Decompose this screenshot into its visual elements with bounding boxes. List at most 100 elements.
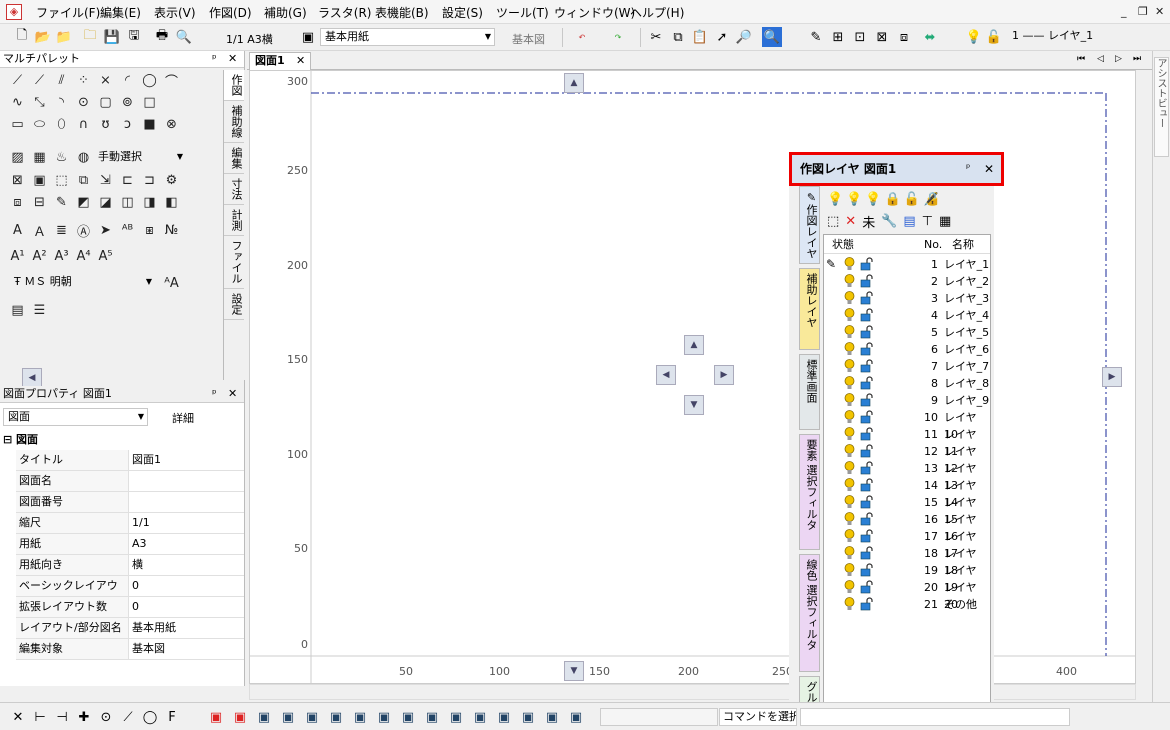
- menu-edit[interactable]: 編集(E): [100, 4, 141, 21]
- pan-down-button[interactable]: ▼: [684, 395, 704, 415]
- paste-icon[interactable]: 📋: [690, 27, 710, 47]
- lock-open-icon[interactable]: 🔓: [904, 192, 920, 207]
- mode-g-icon[interactable]: ▣: [350, 707, 370, 727]
- close-icon[interactable]: ✕: [228, 386, 237, 402]
- layer-row[interactable]: 21 その他: [824, 596, 990, 613]
- layer-e-icon[interactable]: ◧: [162, 193, 181, 212]
- format-icon[interactable]: ☰: [30, 301, 49, 320]
- window-select-icon[interactable]: ⊞: [828, 27, 848, 47]
- property-row[interactable]: ベーシックレイアウト数0: [16, 576, 244, 612]
- pan-right-button[interactable]: ▶: [714, 365, 734, 385]
- cross-line-icon[interactable]: ⨯: [96, 71, 115, 90]
- property-value[interactable]: 横: [132, 555, 143, 575]
- layer-row[interactable]: 10 レイヤ10: [824, 409, 990, 441]
- font-a4-icon[interactable]: A⁴: [74, 247, 93, 266]
- display-icon[interactable]: ⧈: [894, 27, 914, 47]
- snap-tangent-icon[interactable]: ⟋: [118, 707, 138, 727]
- arc-icon[interactable]: ◜: [118, 71, 137, 90]
- bulb-gray-icon[interactable]: 💡: [865, 192, 881, 207]
- mode-a-icon[interactable]: ▣: [206, 707, 226, 727]
- list-icon[interactable]: ▦: [939, 214, 951, 229]
- bulb-on-icon[interactable]: 💡: [827, 192, 843, 207]
- tree-icon[interactable]: ⊤: [922, 214, 933, 229]
- property-row[interactable]: 用紙 A3: [16, 534, 244, 555]
- pan-left-button[interactable]: ◀: [656, 365, 676, 385]
- property-value[interactable]: 1/1: [132, 513, 150, 533]
- command-input[interactable]: [800, 708, 1070, 726]
- layer-c-icon[interactable]: ◫: [118, 193, 137, 212]
- pen-tool-icon[interactable]: ✎: [52, 193, 71, 212]
- mode-i-icon[interactable]: ▣: [398, 707, 418, 727]
- layer-row[interactable]: 20 レイヤ20: [824, 579, 990, 611]
- tab-nav-next-icon[interactable]: ▷: [1115, 54, 1122, 64]
- property-group[interactable]: ⊟ 図面: [3, 431, 243, 449]
- save-as-icon[interactable]: 🖫: [124, 27, 144, 47]
- unused-layer-icon[interactable]: 未: [862, 212, 875, 231]
- pin-icon[interactable]: ᵖ: [212, 51, 217, 67]
- font-a5-icon[interactable]: A⁵: [96, 247, 115, 266]
- property-row[interactable]: レイアウト/部分図名 基本用紙: [16, 618, 244, 639]
- attr-icon[interactable]: ⊟: [30, 193, 49, 212]
- view-icon[interactable]: ▤: [903, 214, 915, 229]
- property-value[interactable]: 基本図: [132, 639, 165, 659]
- open-recent-icon[interactable]: 📁: [54, 27, 74, 47]
- select-arrow-icon[interactable]: ➚: [712, 27, 732, 47]
- layer-row[interactable]: ✎ 1 レイヤ_1: [824, 256, 990, 273]
- line-icon[interactable]: ⟋: [8, 71, 27, 90]
- ellipse-icon[interactable]: ⬭: [30, 115, 49, 134]
- menu-help[interactable]: ヘルプ(H): [630, 4, 684, 21]
- col-state[interactable]: 状態: [832, 235, 854, 254]
- ellipse2-icon[interactable]: ⬯: [52, 115, 71, 134]
- frame-icon[interactable]: ⬚: [52, 171, 71, 190]
- mode-b-icon[interactable]: ▣: [230, 707, 250, 727]
- snap-free-icon[interactable]: F: [162, 707, 182, 727]
- pin-icon[interactable]: ᵖ: [966, 155, 970, 183]
- property-value[interactable]: A3: [132, 534, 147, 554]
- tab-nav-prev-icon[interactable]: ◁: [1097, 54, 1104, 64]
- layer-a-icon[interactable]: ◩: [74, 193, 93, 212]
- layer-row[interactable]: 4 レイヤ_4: [824, 307, 990, 324]
- layer-row[interactable]: 12 レイヤ12: [824, 443, 990, 475]
- text-a-icon[interactable]: A: [8, 221, 27, 240]
- layer-row[interactable]: 9 レイヤ_9: [824, 392, 990, 409]
- grid-snap-icon[interactable]: ▣: [542, 707, 562, 727]
- menu-window[interactable]: ウィンドウ(W): [554, 4, 635, 21]
- lock-all-icon[interactable]: 🔏: [923, 192, 939, 207]
- snap-circle-icon[interactable]: ◯: [140, 707, 160, 727]
- menu-table[interactable]: 表機能(B): [375, 4, 429, 21]
- tab-nav-first-icon[interactable]: ⏮: [1077, 54, 1085, 64]
- collapse-icon[interactable]: ⊟: [3, 433, 16, 446]
- numbering-icon[interactable]: №: [162, 221, 181, 240]
- tab-file[interactable]: ファイル: [224, 236, 244, 289]
- layer-d-icon[interactable]: ◨: [140, 193, 159, 212]
- circle-center-icon[interactable]: ⊙: [74, 93, 93, 112]
- layer-row[interactable]: 19 レイヤ19: [824, 562, 990, 594]
- layer-row[interactable]: 18 レイヤ18: [824, 545, 990, 577]
- snap-endpoint-icon[interactable]: ⊢: [30, 707, 50, 727]
- spline-icon[interactable]: ∿: [8, 93, 27, 112]
- text-c-icon[interactable]: ≣: [52, 221, 71, 240]
- mode-f-icon[interactable]: ▣: [326, 707, 346, 727]
- tab-edit[interactable]: 編集: [224, 143, 244, 174]
- point-icon[interactable]: ⁘: [74, 71, 93, 90]
- property-row[interactable]: 拡張レイアウト数 0: [16, 597, 244, 618]
- side-tab-standard-view[interactable]: 標準画面: [799, 354, 820, 430]
- side-tab-element-filter[interactable]: 要素 選択フィルタ: [799, 434, 820, 550]
- property-selector[interactable]: 図面 ▼: [3, 408, 148, 426]
- tab-measure[interactable]: 計測: [224, 205, 244, 236]
- box-icon[interactable]: ▭: [8, 115, 27, 134]
- mode-h-icon[interactable]: ▣: [374, 707, 394, 727]
- bezier-icon[interactable]: ʊ: [96, 115, 115, 134]
- col-no[interactable]: No.: [924, 235, 942, 254]
- side-tab-draw-layer[interactable]: ✎作図レイヤ: [799, 186, 820, 264]
- close-circle-icon[interactable]: ⊗: [162, 115, 181, 134]
- layer-row[interactable]: 15 レイヤ15: [824, 494, 990, 526]
- grid-hatch-icon[interactable]: ▦: [30, 148, 49, 167]
- mode-l-icon[interactable]: ▣: [470, 707, 490, 727]
- font-size-icon[interactable]: ᴬA: [162, 274, 181, 293]
- scroll-down-button[interactable]: ▼: [564, 661, 584, 681]
- open-folder-icon[interactable]: 📂: [33, 27, 53, 47]
- fit-icon[interactable]: ⊡: [850, 27, 870, 47]
- property-value[interactable]: 図面1: [132, 450, 161, 470]
- property-value[interactable]: 基本用紙: [132, 618, 176, 638]
